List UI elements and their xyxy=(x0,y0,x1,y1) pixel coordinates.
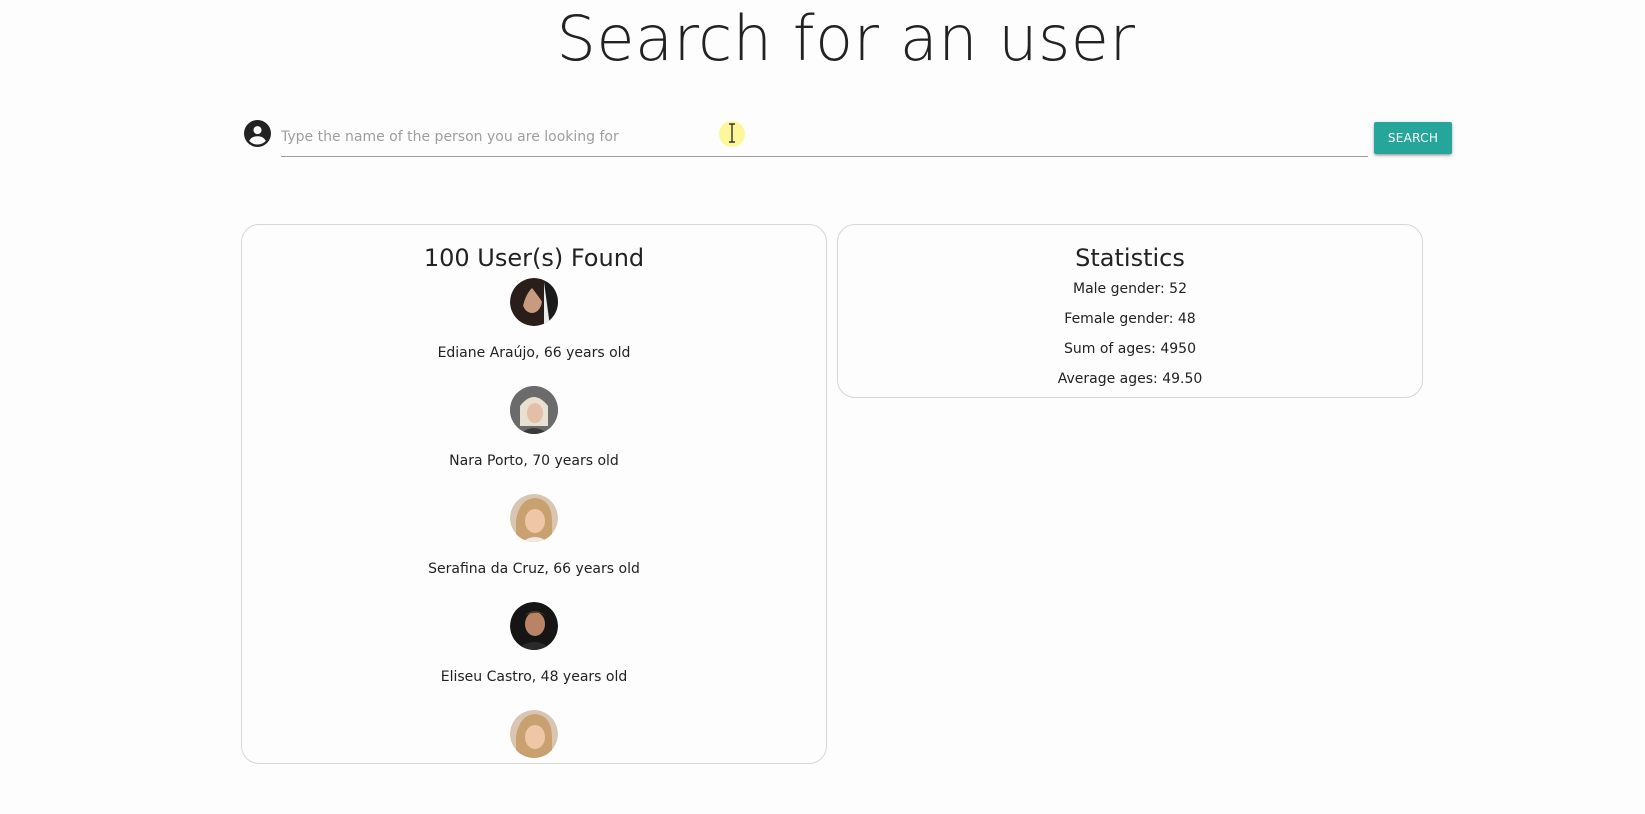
statistics-card: Statistics Male gender: 52 Female gender… xyxy=(837,224,1423,398)
account-circle-icon xyxy=(244,120,271,147)
list-item xyxy=(242,706,826,814)
user-label: Serafina da Cruz, 66 years old xyxy=(428,561,640,577)
user-label: Ediane Araújo, 66 years old xyxy=(437,345,631,361)
text-cursor-icon xyxy=(729,123,735,143)
users-found-card: 100 User(s) Found Ediane Araújo, 66 year… xyxy=(241,224,827,764)
search-bar: SEARCH xyxy=(244,118,1452,162)
list-item: Eliseu Castro, 48 years old xyxy=(242,598,826,706)
search-input[interactable] xyxy=(281,118,1368,157)
avatar xyxy=(510,386,558,434)
avatar xyxy=(510,494,558,542)
avatar xyxy=(510,710,558,758)
stat-male-gender: Male gender: 52 xyxy=(1073,281,1187,297)
user-label: Nara Porto, 70 years old xyxy=(449,453,619,469)
stat-average-ages: Average ages: 49.50 xyxy=(1057,371,1203,387)
statistics-heading: Statistics xyxy=(1075,244,1185,272)
list-item: Nara Porto, 70 years old xyxy=(242,382,826,490)
search-button[interactable]: SEARCH xyxy=(1374,122,1452,154)
list-item: Ediane Araújo, 66 years old xyxy=(242,274,826,382)
page-title: Search for an user xyxy=(556,2,1136,75)
avatar xyxy=(510,278,558,326)
user-list: Ediane Araújo, 66 years old Nara Porto, … xyxy=(242,274,826,814)
users-found-heading: 100 User(s) Found xyxy=(423,244,645,272)
list-item: Serafina da Cruz, 66 years old xyxy=(242,490,826,598)
user-label: Eliseu Castro, 48 years old xyxy=(440,669,628,685)
avatar xyxy=(510,602,558,650)
stat-sum-of-ages: Sum of ages: 4950 xyxy=(1064,341,1196,357)
stat-female-gender: Female gender: 48 xyxy=(1064,311,1196,327)
